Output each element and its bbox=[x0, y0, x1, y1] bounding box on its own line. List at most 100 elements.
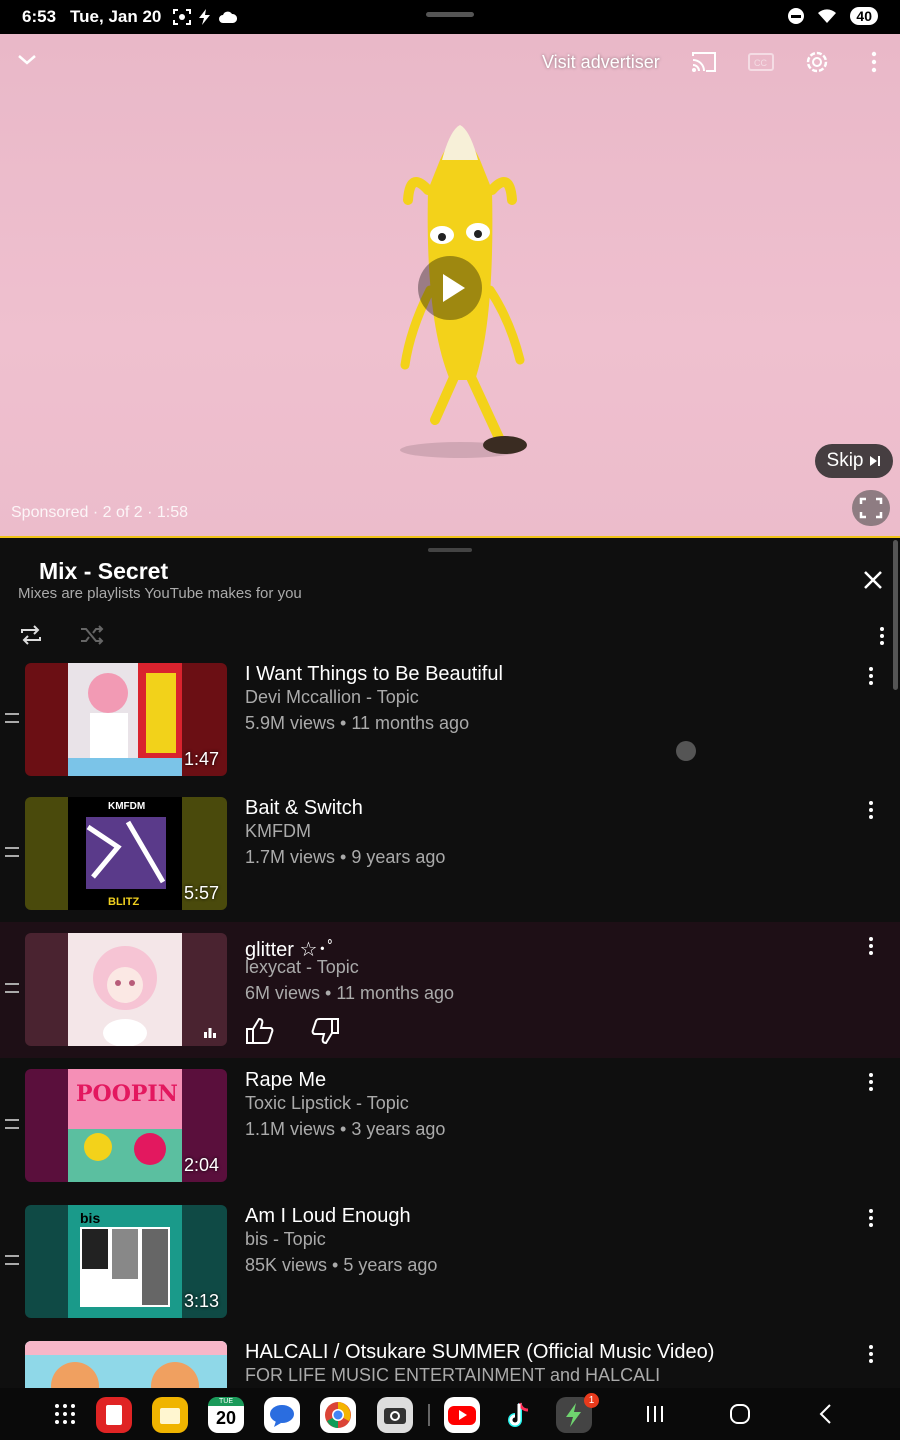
video-thumbnail-image bbox=[25, 1341, 227, 1388]
video-duration: 5:57 bbox=[183, 883, 219, 903]
video-thumbnail[interactable]: POOPIN 2:04 bbox=[25, 1069, 227, 1182]
playlist-item[interactable]: bis 3:13 Am I Loud Enough bis - Topic 85… bbox=[0, 1205, 900, 1341]
album-art-image bbox=[68, 933, 182, 1046]
chevron-down-icon[interactable] bbox=[16, 48, 38, 70]
camera-app-icon[interactable] bbox=[377, 1397, 413, 1433]
status-time: 6:53 bbox=[22, 7, 57, 26]
drag-handle[interactable] bbox=[428, 548, 472, 552]
video-channel: lexycat - Topic bbox=[245, 957, 359, 977]
ad-info-text: Sponsored · 2 of 2 · 1:58 bbox=[11, 504, 188, 521]
back-icon[interactable] bbox=[814, 1402, 838, 1426]
flash-icon bbox=[199, 9, 211, 25]
video-channel: bis - Topic bbox=[245, 1229, 326, 1249]
calendar-day: 20 bbox=[215, 1408, 237, 1428]
playlist-item[interactable]: HALCALI / Otsukare SUMMER (Official Musi… bbox=[0, 1341, 900, 1388]
reorder-handle[interactable] bbox=[5, 983, 19, 993]
skip-label: Skip bbox=[826, 450, 864, 471]
wifi-icon bbox=[818, 9, 837, 23]
video-title: Am I Loud Enough bbox=[245, 1205, 411, 1227]
album-art-image: bis bbox=[68, 1205, 182, 1318]
settings-gear-icon[interactable] bbox=[803, 48, 831, 76]
app-drawer-icon[interactable] bbox=[53, 1402, 77, 1426]
more-vertical-icon[interactable] bbox=[866, 799, 876, 821]
battery-indicator: 40 bbox=[850, 7, 878, 25]
cloud-icon bbox=[219, 11, 238, 23]
video-meta: 5.9M views • 11 months ago bbox=[245, 713, 470, 733]
status-icons bbox=[173, 9, 238, 25]
recent-apps-icon[interactable] bbox=[643, 1402, 667, 1426]
playlist-subtitle: Mixes are playlists YouTube makes for yo… bbox=[18, 585, 302, 602]
close-icon[interactable] bbox=[862, 569, 884, 591]
playlist-title: Mix - Secret bbox=[39, 558, 169, 584]
playlist-panel: Mix - Secret Mixes are playlists YouTube… bbox=[0, 538, 900, 1388]
status-date: Tue, Jan 20 bbox=[70, 7, 162, 26]
fullscreen-icon bbox=[859, 497, 883, 519]
messages-app-icon[interactable] bbox=[264, 1397, 300, 1433]
touch-pointer bbox=[676, 741, 696, 761]
svg-text:KMFDM: KMFDM bbox=[108, 801, 145, 812]
chrome-app-icon[interactable] bbox=[320, 1397, 356, 1433]
video-thumbnail[interactable] bbox=[25, 933, 227, 1046]
reorder-handle[interactable] bbox=[5, 713, 19, 723]
calendar-app-icon[interactable]: TUE 20 bbox=[208, 1397, 244, 1433]
more-vertical-icon[interactable] bbox=[860, 48, 888, 76]
notes-app-icon[interactable] bbox=[96, 1397, 132, 1433]
playlist-item[interactable]: 1:47 I Want Things to Be Beautiful Devi … bbox=[0, 663, 900, 799]
visit-advertiser-button[interactable]: Visit advertiser bbox=[542, 52, 660, 73]
now-playing-bars-icon bbox=[204, 1028, 216, 1038]
more-vertical-icon[interactable] bbox=[866, 935, 876, 957]
video-meta: 1.1M views • 3 years ago bbox=[245, 1119, 446, 1139]
cast-icon[interactable] bbox=[690, 48, 718, 76]
captions-icon[interactable]: CC bbox=[747, 48, 775, 76]
video-thumbnail[interactable] bbox=[25, 1341, 227, 1388]
album-art-image: KMFDM BLITZ bbox=[68, 797, 182, 910]
skip-ad-button[interactable]: Skip bbox=[815, 444, 893, 478]
more-vertical-icon[interactable] bbox=[866, 1343, 876, 1365]
video-channel: Devi Mccallion - Topic bbox=[245, 687, 419, 707]
shuffle-icon[interactable] bbox=[79, 624, 105, 646]
youtube-app-icon[interactable] bbox=[444, 1397, 480, 1433]
reorder-handle[interactable] bbox=[5, 847, 19, 857]
video-thumbnail[interactable]: KMFDM BLITZ 5:57 bbox=[25, 797, 227, 910]
reorder-handle[interactable] bbox=[5, 1255, 19, 1265]
playlist-item[interactable]: POOPIN 2:04 Rape Me Toxic Lipstick - Top… bbox=[0, 1069, 900, 1205]
video-player[interactable]: Visit advertiser CC Sponsored · 2 of 2 ·… bbox=[0, 34, 900, 538]
svg-text:bis: bis bbox=[80, 1210, 100, 1226]
play-button[interactable] bbox=[418, 256, 482, 320]
playlist-item-now-playing[interactable]: glitter ☆･ﾟ lexycat - Topic 6M views • 1… bbox=[0, 922, 900, 1058]
video-thumbnail[interactable]: 1:47 bbox=[25, 663, 227, 776]
album-art-image bbox=[68, 663, 182, 776]
more-vertical-icon[interactable] bbox=[866, 1071, 876, 1093]
taskbar: TUE 20 1 bbox=[0, 1388, 900, 1440]
video-thumbnail[interactable]: bis 3:13 bbox=[25, 1205, 227, 1318]
playlist-item[interactable]: KMFDM BLITZ 5:57 Bait & Switch KMFDM 1.7… bbox=[0, 797, 900, 933]
taskbar-divider bbox=[428, 1404, 430, 1426]
more-vertical-icon[interactable] bbox=[866, 665, 876, 687]
more-vertical-icon[interactable] bbox=[866, 1207, 876, 1229]
video-meta: 6M views • 11 months ago bbox=[245, 983, 455, 1003]
flash-app-icon[interactable]: 1 bbox=[556, 1393, 599, 1433]
svg-text:BLITZ: BLITZ bbox=[108, 896, 139, 908]
thumbs-down-icon[interactable] bbox=[310, 1017, 340, 1045]
fullscreen-button[interactable] bbox=[852, 490, 890, 526]
video-duration: 2:04 bbox=[183, 1155, 219, 1175]
reorder-handle[interactable] bbox=[5, 1119, 19, 1129]
home-icon[interactable] bbox=[728, 1402, 752, 1426]
video-title: Rape Me bbox=[245, 1069, 327, 1091]
video-meta: 85K views • 5 years ago bbox=[245, 1255, 438, 1275]
video-duration: 3:13 bbox=[183, 1291, 219, 1311]
do-not-disturb-icon bbox=[788, 8, 805, 24]
video-duration: 1:47 bbox=[183, 749, 219, 769]
files-app-icon[interactable] bbox=[152, 1397, 188, 1433]
loop-icon[interactable] bbox=[18, 624, 44, 646]
status-pill bbox=[426, 12, 474, 17]
thumbs-up-icon[interactable] bbox=[245, 1017, 275, 1045]
screenshot-icon bbox=[173, 9, 192, 25]
tiktok-app-icon[interactable] bbox=[500, 1397, 536, 1433]
notification-badge: 1 bbox=[584, 1393, 599, 1408]
svg-text:POOPIN: POOPIN bbox=[76, 1081, 178, 1107]
video-title: HALCALI / Otsukare SUMMER (Official Musi… bbox=[245, 1341, 715, 1363]
video-channel: Toxic Lipstick - Topic bbox=[245, 1093, 409, 1113]
playlist-more-icon[interactable] bbox=[872, 624, 892, 648]
calendar-weekday: TUE bbox=[208, 1397, 244, 1406]
